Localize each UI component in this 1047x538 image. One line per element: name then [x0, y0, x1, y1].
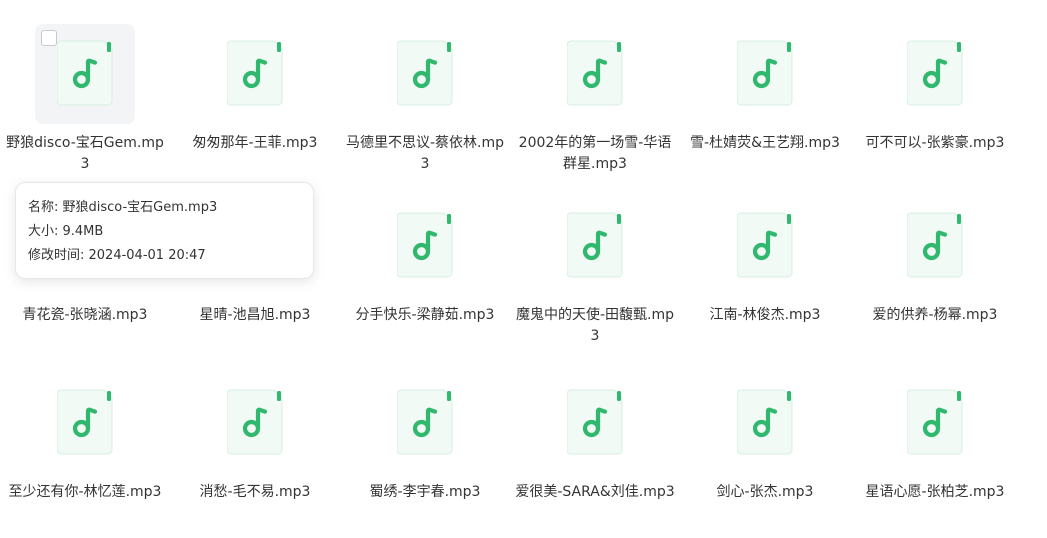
file-thumbnail[interactable]: [715, 196, 815, 296]
file-tile[interactable]: 野狼disco-宝石Gem.mp3: [5, 24, 165, 194]
file-thumbnail[interactable]: [715, 373, 815, 473]
music-file-icon: [57, 389, 113, 455]
file-name[interactable]: 消愁-毛不易.mp3: [175, 482, 335, 503]
file-thumbnail[interactable]: [205, 373, 305, 473]
music-file-icon: [227, 389, 283, 455]
file-tile[interactable]: 分手快乐-梁静茹.mp3: [345, 196, 505, 366]
file-thumbnail[interactable]: [715, 24, 815, 124]
file-name[interactable]: 蜀绣-李宇春.mp3: [345, 482, 505, 503]
file-thumbnail[interactable]: [545, 373, 645, 473]
tooltip-name: 名称: 野狼disco-宝石Gem.mp3: [28, 200, 218, 215]
file-tile[interactable]: 魔鬼中的天使-田馥甄.mp3: [515, 196, 675, 366]
music-file-icon: [397, 389, 453, 455]
music-file-icon: [907, 212, 963, 278]
file-name[interactable]: 分手快乐-梁静茹.mp3: [345, 305, 505, 326]
file-name[interactable]: 魔鬼中的天使-田馥甄.mp3: [515, 305, 675, 347]
file-tile[interactable]: 江南-林俊杰.mp3: [685, 196, 845, 366]
music-file-icon: [907, 40, 963, 106]
music-file-icon: [567, 212, 623, 278]
tooltip-modified: 修改时间: 2024-04-01 20:47: [28, 248, 206, 263]
file-thumbnail[interactable]: [375, 373, 475, 473]
music-file-icon: [567, 40, 623, 106]
file-thumbnail[interactable]: [205, 24, 305, 124]
file-info-tooltip: 名称: 野狼disco-宝石Gem.mp3 大小: 9.4MB 修改时间: 20…: [15, 182, 314, 279]
file-thumbnail[interactable]: [35, 24, 135, 124]
file-tile[interactable]: 可不可以-张紫豪.mp3: [855, 24, 1015, 194]
music-file-icon: [737, 40, 793, 106]
file-name[interactable]: 江南-林俊杰.mp3: [685, 305, 845, 326]
file-name[interactable]: 马德里不思议-蔡依林.mp3: [345, 133, 505, 175]
file-thumbnail[interactable]: [885, 373, 985, 473]
file-tile[interactable]: 消愁-毛不易.mp3: [175, 373, 335, 538]
file-thumbnail[interactable]: [35, 373, 135, 473]
file-name[interactable]: 爱的供养-杨幂.mp3: [855, 305, 1015, 326]
file-name[interactable]: 雪-杜婧荧&王艺翔.mp3: [685, 133, 845, 154]
file-name[interactable]: 至少还有你-林忆莲.mp3: [5, 482, 165, 503]
select-checkbox[interactable]: [41, 30, 57, 46]
file-tile[interactable]: 蜀绣-李宇春.mp3: [345, 373, 505, 538]
file-name[interactable]: 青花瓷-张晓涵.mp3: [5, 305, 165, 326]
file-tile[interactable]: 剑心-张杰.mp3: [685, 373, 845, 538]
file-tile[interactable]: 星语心愿-张柏芝.mp3: [855, 373, 1015, 538]
file-tile[interactable]: 爱很美-SARA&刘佳.mp3: [515, 373, 675, 538]
file-thumbnail[interactable]: [885, 24, 985, 124]
file-thumbnail[interactable]: [545, 24, 645, 124]
file-name[interactable]: 星语心愿-张柏芝.mp3: [855, 482, 1015, 503]
file-tile[interactable]: 2002年的第一场雪-华语群星.mp3: [515, 24, 675, 194]
file-name[interactable]: 匆匆那年-王菲.mp3: [175, 133, 335, 154]
tooltip-size: 大小: 9.4MB: [28, 224, 104, 239]
music-file-icon: [907, 389, 963, 455]
file-name[interactable]: 剑心-张杰.mp3: [685, 482, 845, 503]
file-name[interactable]: 星晴-池昌旭.mp3: [175, 305, 335, 326]
music-file-icon: [57, 40, 113, 106]
file-thumbnail[interactable]: [545, 196, 645, 296]
file-name[interactable]: 爱很美-SARA&刘佳.mp3: [515, 482, 675, 503]
file-name[interactable]: 可不可以-张紫豪.mp3: [855, 133, 1015, 154]
file-name[interactable]: 野狼disco-宝石Gem.mp3: [5, 133, 165, 175]
file-tile[interactable]: 爱的供养-杨幂.mp3: [855, 196, 1015, 366]
music-file-icon: [397, 40, 453, 106]
music-file-icon: [737, 212, 793, 278]
music-file-icon: [737, 389, 793, 455]
file-tile[interactable]: 匆匆那年-王菲.mp3: [175, 24, 335, 194]
music-file-icon: [567, 389, 623, 455]
file-name[interactable]: 2002年的第一场雪-华语群星.mp3: [515, 133, 675, 175]
music-file-icon: [397, 212, 453, 278]
file-thumbnail[interactable]: [375, 196, 475, 296]
file-thumbnail[interactable]: [885, 196, 985, 296]
file-tile[interactable]: 马德里不思议-蔡依林.mp3: [345, 24, 505, 194]
music-file-icon: [227, 40, 283, 106]
file-thumbnail[interactable]: [375, 24, 475, 124]
file-tile[interactable]: 至少还有你-林忆莲.mp3: [5, 373, 165, 538]
file-tile[interactable]: 雪-杜婧荧&王艺翔.mp3: [685, 24, 845, 194]
